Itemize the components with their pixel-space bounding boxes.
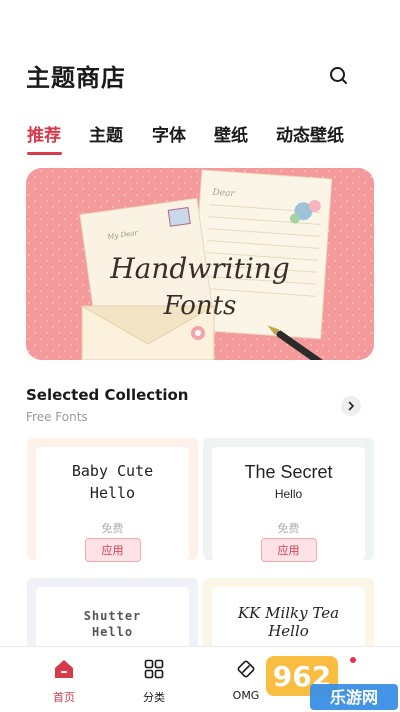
- active-tab-indicator: [27, 152, 62, 155]
- banner-title-line2: Fonts: [163, 291, 237, 321]
- tab-fonts[interactable]: 字体: [152, 121, 186, 146]
- font-name: The Secret: [244, 462, 333, 482]
- font-price: 免费: [277, 522, 300, 535]
- tab-recommend[interactable]: 推荐: [27, 121, 61, 146]
- nav-home[interactable]: 首页: [34, 655, 94, 705]
- tab-fade-overlay: [340, 116, 400, 156]
- svg-text:Dear: Dear: [211, 188, 236, 200]
- apply-button[interactable]: 应用: [84, 538, 141, 562]
- section-title: Selected Collection: [26, 386, 189, 404]
- font-preview-text: Hello: [268, 622, 309, 640]
- banner-title-line1: Handwriting: [109, 252, 290, 285]
- nav-home-label: 首页: [53, 691, 75, 704]
- page-title: 主题商店: [26, 64, 126, 92]
- banner-illustration: Dear My Dear Handwriting Fonts: [26, 168, 374, 360]
- search-icon: [330, 67, 347, 84]
- font-preview-text: Hello: [91, 625, 134, 639]
- watermark: 962 乐游网: [262, 650, 400, 712]
- svg-text:乐游网: 乐游网: [330, 688, 378, 707]
- search-button[interactable]: [326, 63, 352, 89]
- home-icon: [55, 660, 73, 678]
- tab-themes[interactable]: 主题: [89, 121, 123, 146]
- font-name: KK Milky Tea: [237, 604, 340, 622]
- tab-live-wallpapers[interactable]: 动态壁纸: [276, 121, 344, 146]
- font-card[interactable]: Baby Cute Hello 免费 应用: [27, 438, 198, 562]
- apply-button[interactable]: 应用: [260, 538, 317, 562]
- diamond-brush-icon: [237, 660, 255, 678]
- category-tabs: 推荐 主题 字体 壁纸 动态壁纸: [0, 116, 400, 160]
- font-preview-text: Hello: [274, 487, 303, 501]
- section-more-button[interactable]: [341, 396, 361, 416]
- promo-banner[interactable]: Dear My Dear Handwriting Fonts: [26, 168, 374, 360]
- font-card-preview: Baby Cute Hello 免费 应用: [36, 447, 189, 562]
- font-name: Baby Cute: [71, 462, 154, 480]
- tab-wallpapers[interactable]: 壁纸: [214, 121, 248, 146]
- font-price: 免费: [101, 522, 124, 535]
- font-preview-text: Hello: [89, 484, 136, 502]
- nav-category[interactable]: 分类: [124, 655, 184, 705]
- chevron-right-icon: [348, 401, 354, 411]
- nav-category-label: 分类: [143, 691, 165, 704]
- font-card[interactable]: The Secret Hello 免费 应用: [203, 438, 374, 562]
- app-header: 主题商店: [0, 0, 400, 110]
- section-subtitle: Free Fonts: [26, 410, 88, 424]
- grid-icon: [144, 659, 164, 679]
- font-card-preview: The Secret Hello 免费 应用: [212, 447, 365, 562]
